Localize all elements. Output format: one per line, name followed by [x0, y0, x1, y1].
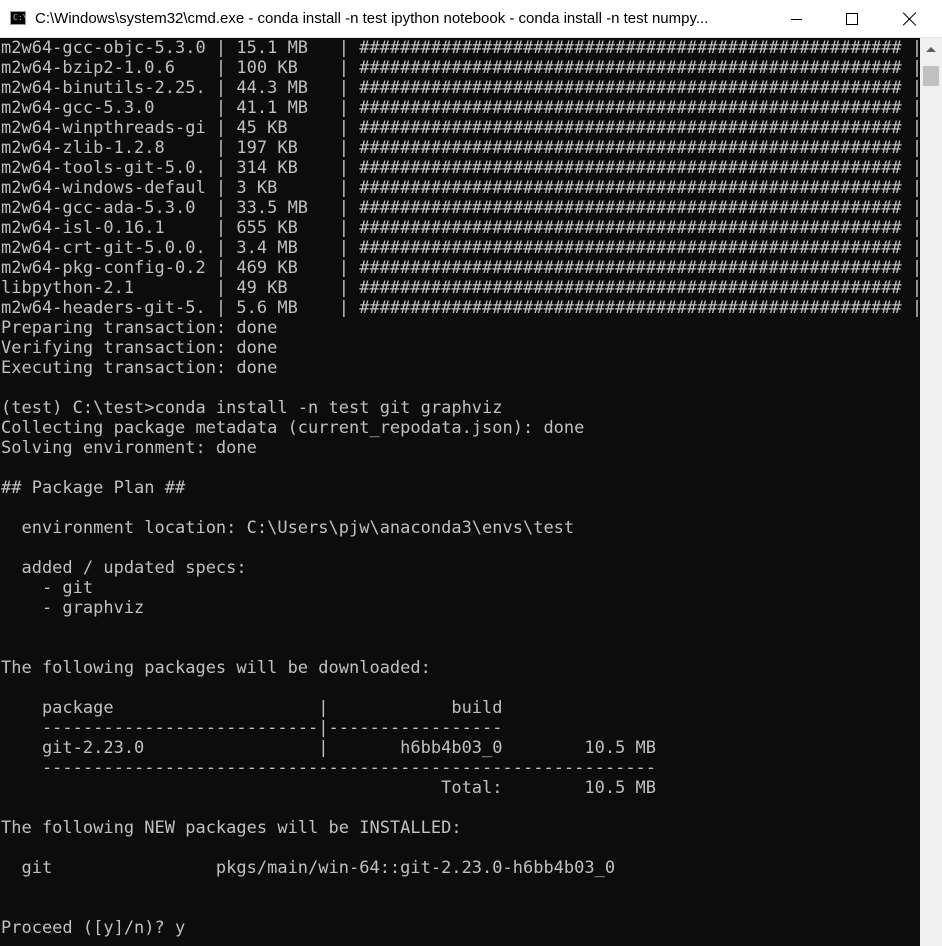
console-line: - graphviz	[1, 598, 145, 618]
console-line: m2w64-isl-0.16.1 | 655 KB | ############…	[1, 218, 920, 238]
console-line: Solving environment: done	[1, 438, 257, 458]
console-line: m2w64-tools-git-5.0. | 314 KB | ########…	[1, 158, 920, 178]
console-line: m2w64-binutils-2.25. | 44.3 MB | #######…	[1, 78, 920, 98]
console-line: Preparing transaction: done	[1, 318, 278, 338]
console-line: m2w64-gcc-5.3.0 | 41.1 MB | ############…	[1, 98, 920, 118]
title-bar[interactable]: C:\ C:\Windows\system32\cmd.exe - conda …	[0, 0, 942, 38]
maximize-button[interactable]	[822, 0, 882, 38]
minimize-icon	[790, 18, 802, 20]
console-line: Executing transaction: done	[1, 358, 278, 378]
console-line: (test) C:\test>conda install -n test git…	[1, 398, 503, 418]
console-line: The following packages will be downloade…	[1, 658, 431, 678]
console-line: git pkgs/main/win-64::git-2.23.0-h6bb4b0…	[1, 858, 616, 878]
console-line: m2w64-crt-git-5.0.0. | 3.4 MB | ########…	[1, 238, 920, 258]
console-line: environment location: C:\Users\pjw\anaco…	[1, 518, 575, 538]
console-line: git-2.23.0 | h6bb4b03_0 10.5 MB	[1, 738, 657, 758]
window-title: C:\Windows\system32\cmd.exe - conda inst…	[35, 10, 709, 27]
console-line: Collecting package metadata (current_rep…	[1, 418, 585, 438]
console-line: m2w64-gcc-objc-5.3.0 | 15.1 MB | #######…	[1, 38, 920, 58]
console-line: m2w64-zlib-1.2.8 | 197 KB | ############…	[1, 138, 920, 158]
console-line: m2w64-winpthreads-gi | 45 KB | #########…	[1, 118, 920, 138]
console-line: Verifying transaction: done	[1, 338, 278, 358]
console-line: m2w64-bzip2-1.0.6 | 100 KB | ###########…	[1, 58, 920, 78]
console-line: - git	[1, 578, 94, 598]
console-line: libpython-2.1 | 49 KB | ################…	[1, 278, 920, 298]
scrollbar-thumb[interactable]	[923, 66, 939, 86]
scroll-up-arrow-icon[interactable]	[926, 47, 936, 52]
console-line: m2w64-windows-defaul | 3 KB | ##########…	[1, 178, 920, 198]
close-button[interactable]	[880, 0, 940, 38]
close-icon	[903, 12, 917, 26]
console-line: added / updated specs:	[1, 558, 247, 578]
console-line: m2w64-pkg-config-0.2 | 469 KB | ########…	[1, 258, 920, 278]
console-line: Proceed ([y]/n)? y	[1, 918, 186, 938]
console-line: ## Package Plan ##	[1, 478, 186, 498]
console-line: Total: 10.5 MB	[1, 778, 657, 798]
maximize-icon	[846, 13, 858, 25]
console-output[interactable]: m2w64-gcc-objc-5.3.0 | 15.1 MB | #######…	[0, 38, 920, 946]
console-line: m2w64-headers-git-5. | 5.6 MB | ########…	[1, 298, 920, 318]
console-line: The following NEW packages will be INSTA…	[1, 818, 462, 838]
console-line: package | build	[1, 698, 503, 718]
minimize-button[interactable]	[766, 0, 826, 38]
console-line: m2w64-gcc-ada-5.3.0 | 33.5 MB | ########…	[1, 198, 920, 218]
console-line: ----------------------------------------…	[1, 758, 657, 778]
vertical-scrollbar[interactable]	[920, 38, 942, 946]
cmd-icon[interactable]: C:\	[10, 11, 27, 25]
console-line: ---------------------------|------------…	[1, 718, 503, 738]
